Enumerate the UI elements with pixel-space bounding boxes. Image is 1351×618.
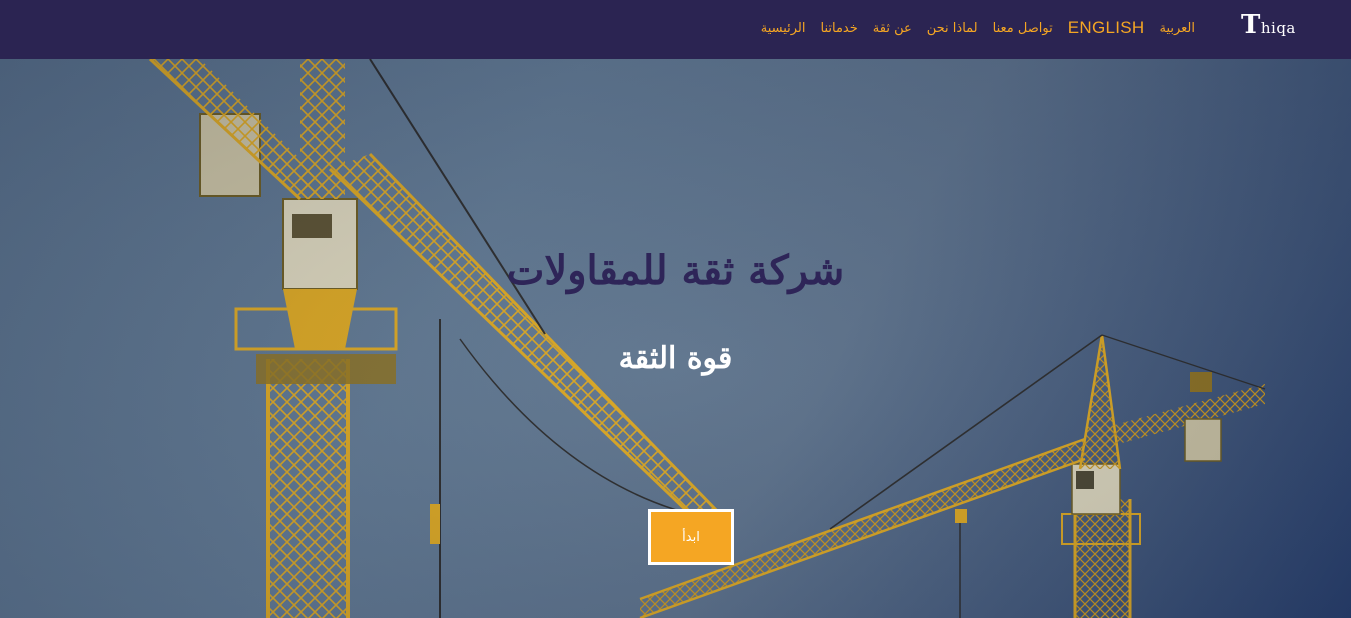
nav-item-about[interactable]: عن ثقة [873, 21, 912, 36]
logo[interactable]: Thiqa [1241, 12, 1296, 38]
nav-item-arabic[interactable]: العربية [1159, 21, 1195, 36]
start-button[interactable]: ابدأ [648, 509, 734, 565]
hero-title-text: شركة ثقة للمقاولات [506, 247, 845, 294]
hero-subtitle: قوة الثقة [618, 341, 733, 376]
nav-item-contact[interactable]: تواصل معنا [993, 21, 1053, 36]
hero-section: شركة ثقة للمقاولات قوة الثقة ابدأ [0, 59, 1351, 618]
top-navbar: Thiqa الرئيسية خدماتنا عن ثقة لماذا نحن … [0, 0, 1351, 59]
logo-initial: T [1241, 10, 1261, 40]
nav-item-services[interactable]: خدماتنا [821, 21, 858, 36]
nav-menu: الرئيسية خدماتنا عن ثقة لماذا نحن تواصل … [761, 0, 1195, 56]
logo-rest: hiqa [1260, 19, 1296, 37]
hero-title: شركة ثقة للمقاولات [0, 247, 1351, 294]
nav-item-english[interactable]: ENGLISH [1068, 18, 1145, 38]
nav-item-why-us[interactable]: لماذا نحن [927, 21, 978, 36]
nav-item-home[interactable]: الرئيسية [761, 21, 806, 36]
